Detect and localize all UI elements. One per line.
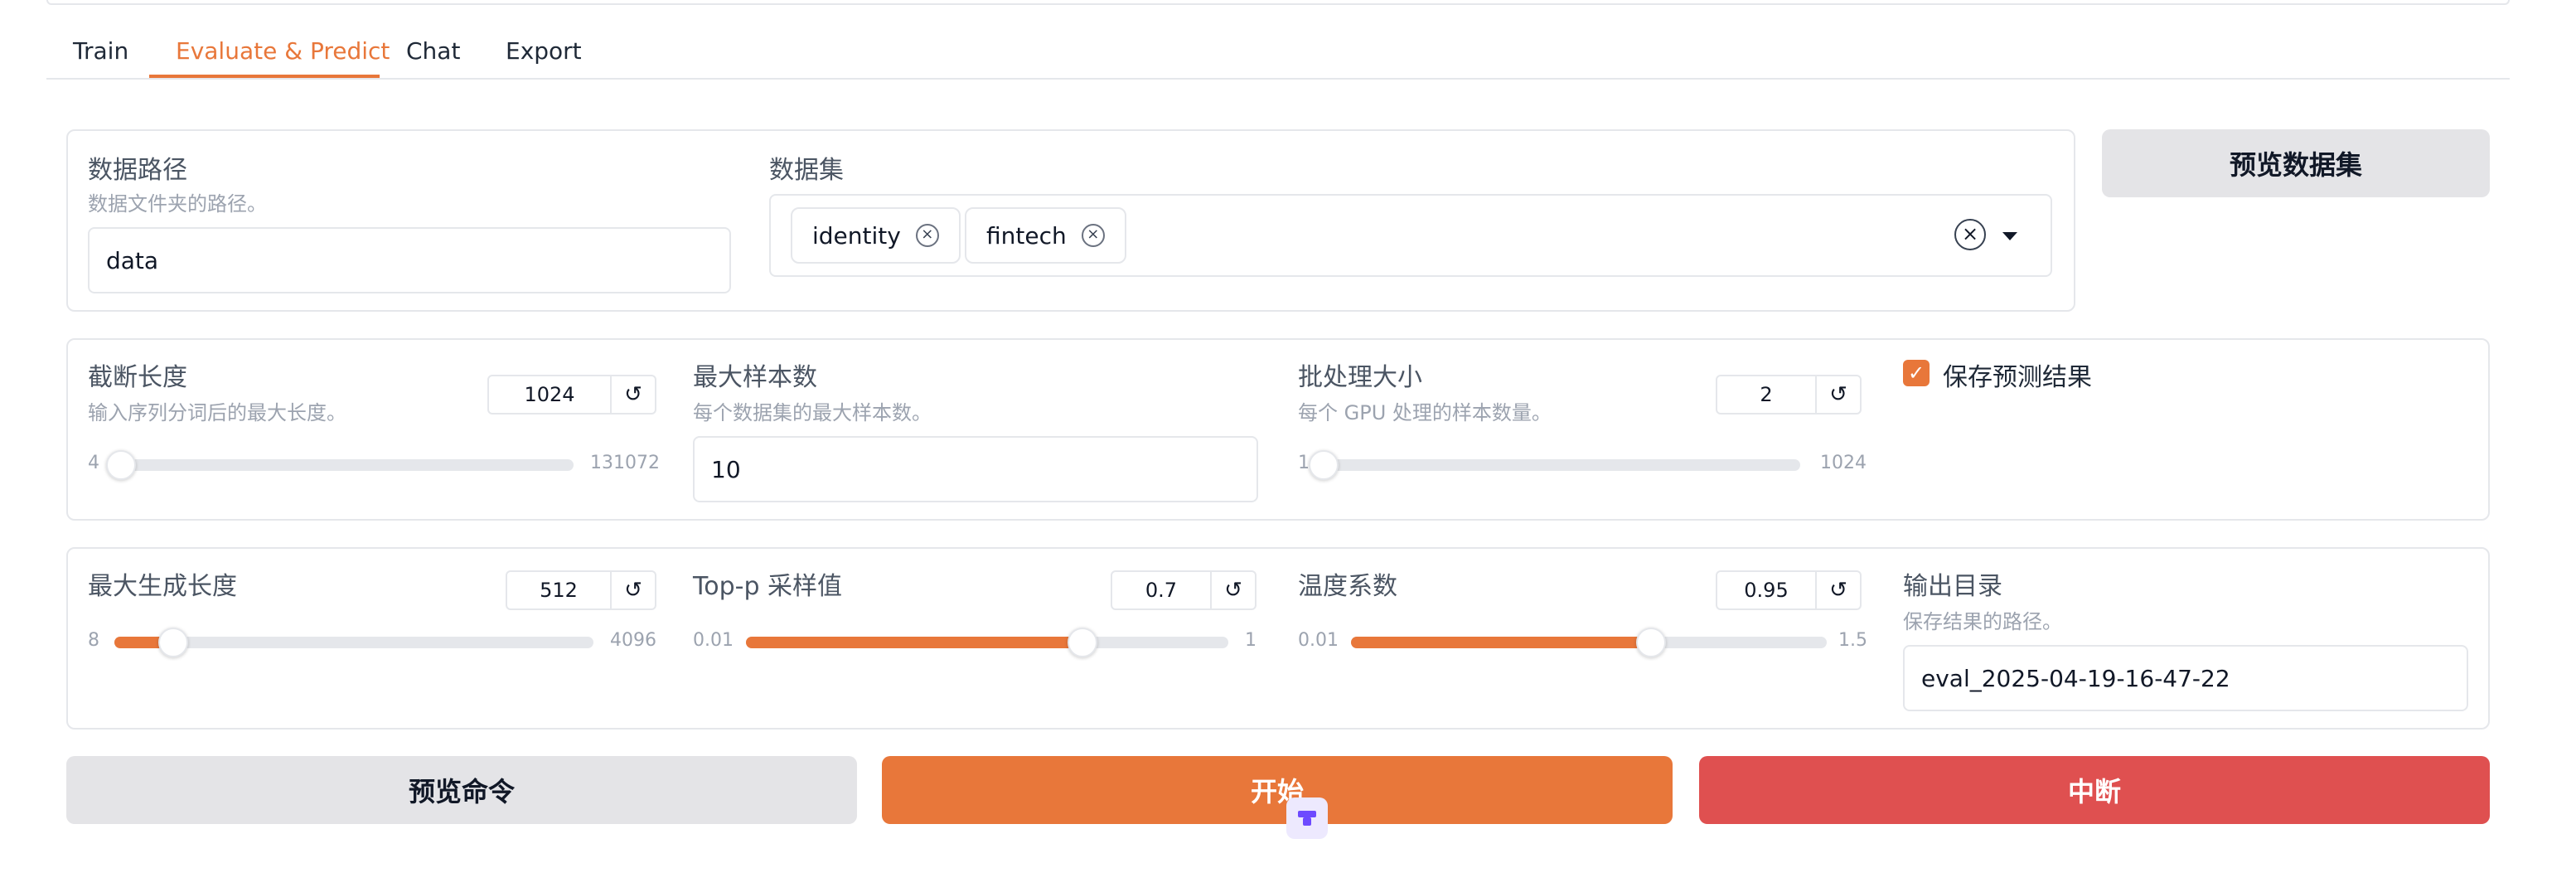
dataset-chip-fintech: fintech × [965,207,1126,264]
abort-button[interactable]: 中断 [1699,756,2490,824]
reset-icon[interactable]: ↺ [1212,570,1257,610]
batch-size-slider-thumb[interactable] [1308,450,1339,480]
cutoff-len-info: 输入序列分词后的最大长度。 [88,401,346,424]
batch-size-label: 批处理大小 [1298,363,1422,392]
max-new-tokens-slider-thumb[interactable] [158,628,189,657]
top-p-number-input[interactable]: 0.7 [1111,570,1212,610]
active-tab-indicator [149,75,380,78]
data-path-input[interactable]: data [88,227,731,293]
dataset-multiselect[interactable]: identity × fintech × × [769,194,2052,277]
max-new-tokens-label: 最大生成长度 [88,572,237,601]
cutoff-len-label: 截断长度 [88,363,187,392]
remove-chip-icon[interactable]: × [1081,224,1105,247]
dataset-config-card: 数据路径 数据文件夹的路径。 data 数据集 identity × finte… [66,129,2075,312]
data-path-label: 数据路径 [88,156,187,185]
clear-all-icon[interactable]: × [1954,219,1986,250]
temperature-number-input[interactable]: 0.95 [1716,570,1817,610]
caret-down-icon[interactable] [2002,232,2017,240]
temperature-min: 0.01 [1298,630,1339,651]
temperature-slider-thumb[interactable] [1636,628,1667,657]
reset-icon[interactable]: ↺ [1817,375,1862,414]
chip-label: identity [812,221,901,250]
top-p-min: 0.01 [693,630,734,651]
generation-params-card: 最大生成长度 512 ↺ 8 4096 Top-p 采样值 0.7 ↺ 0.01… [66,547,2490,730]
remove-chip-icon[interactable]: × [915,224,939,247]
temperature-max: 1.5 [1838,630,1867,651]
batch-size-slider-track[interactable] [1323,459,1800,471]
cutoff-len-slider-track[interactable] [118,459,574,471]
tab-train[interactable]: Train [73,33,128,80]
batch-size-info: 每个 GPU 处理的样本数量。 [1298,401,1552,424]
batch-size-max: 1024 [1820,453,1867,473]
dataset-chip-identity: identity × [791,207,961,264]
output-dir-info: 保存结果的路径。 [1903,610,2062,633]
top-p-slider-fill [746,637,1082,648]
reset-icon[interactable]: ↺ [612,375,656,414]
top-p-label: Top-p 采样值 [693,572,843,601]
preview-dataset-button[interactable]: 预览数据集 [2102,129,2490,197]
max-samples-label: 最大样本数 [693,363,817,392]
robot-icon [1298,811,1316,826]
top-p-max: 1 [1245,630,1257,651]
max-samples-info: 每个数据集的最大样本数。 [693,401,932,424]
tab-evaluate-predict[interactable]: Evaluate & Predict [176,33,390,80]
temperature-slider-fill [1351,637,1652,648]
assistant-widget-icon[interactable] [1286,797,1328,839]
chip-label: fintech [986,221,1067,250]
reset-icon[interactable]: ↺ [612,570,656,610]
top-container-edge [46,0,2510,5]
eval-params-card: 截断长度 输入序列分词后的最大长度。 1024 ↺ 4 131072 最大样本数… [66,338,2490,521]
dataset-label: 数据集 [769,156,844,185]
max-new-tokens-max: 4096 [610,630,656,651]
temperature-label: 温度系数 [1298,572,1397,601]
top-p-slider-thumb[interactable] [1067,628,1097,657]
start-button[interactable]: 开始 [882,756,1673,824]
batch-size-number-input[interactable]: 2 [1716,375,1817,414]
cutoff-len-min: 4 [88,453,99,473]
cutoff-len-number-input[interactable]: 1024 [487,375,612,414]
tab-export[interactable]: Export [506,33,582,80]
max-new-tokens-number-input[interactable]: 512 [506,570,612,610]
reset-icon[interactable]: ↺ [1817,570,1862,610]
output-dir-label: 输出目录 [1903,572,2002,601]
cutoff-len-max: 131072 [590,453,660,473]
cutoff-len-slider-thumb[interactable] [106,450,137,480]
output-dir-input[interactable]: eval_2025-04-19-16-47-22 [1903,645,2468,711]
data-path-info: 数据文件夹的路径。 [88,192,267,216]
preview-command-button[interactable]: 预览命令 [66,756,857,824]
predict-checkbox[interactable]: ✓ [1903,360,1930,386]
max-samples-input[interactable]: 10 [693,436,1258,502]
predict-checkbox-label: 保存预测结果 [1943,363,2092,392]
batch-size-min: 1 [1298,453,1310,473]
tab-bar: Train Evaluate & Predict Chat Export [46,33,2510,80]
max-new-tokens-min: 8 [88,630,99,651]
tab-chat[interactable]: Chat [406,33,460,80]
